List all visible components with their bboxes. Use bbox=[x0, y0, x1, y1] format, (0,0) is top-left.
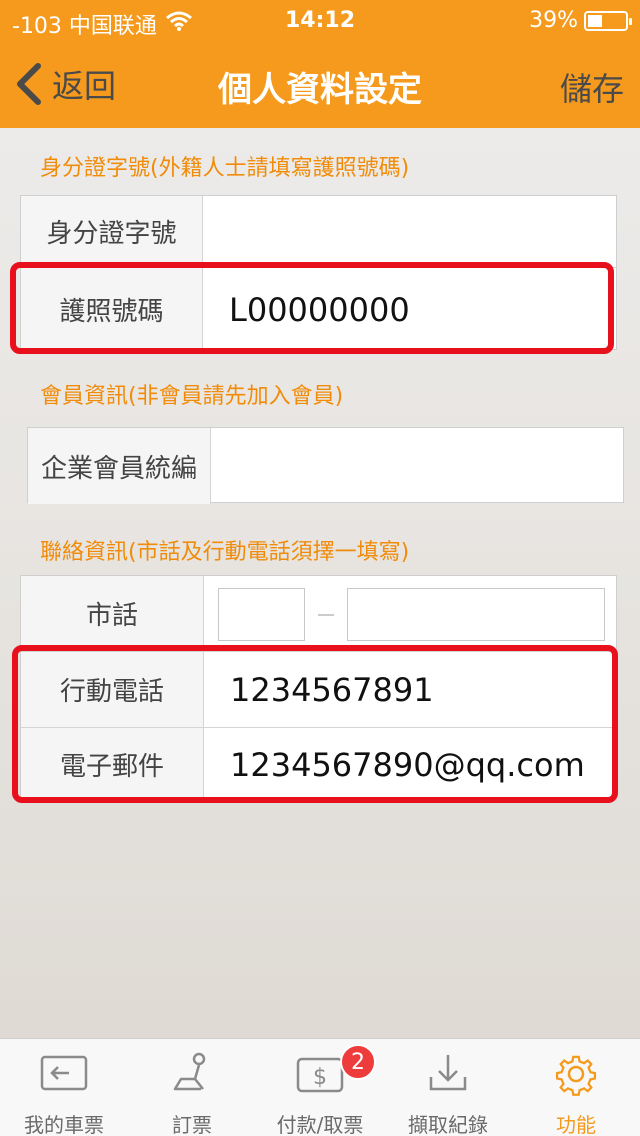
passport-number-input[interactable]: L00000000 bbox=[203, 268, 616, 351]
table-row: 企業會員統編 bbox=[28, 428, 623, 504]
table-row: 護照號碼 L00000000 bbox=[21, 268, 616, 351]
landline-label: 市話 bbox=[21, 576, 204, 651]
tab-retrieve-records[interactable]: 擷取紀錄 bbox=[384, 1039, 512, 1136]
email-label: 電子郵件 bbox=[21, 728, 204, 801]
tab-label: 功能 bbox=[556, 1113, 596, 1136]
tab-label: 擷取紀錄 bbox=[408, 1113, 488, 1136]
identity-section-label: 身分證字號(外籍人士請填寫護照號碼) bbox=[40, 156, 410, 181]
tab-label: 付款/取票 bbox=[276, 1113, 364, 1136]
mobile-phone-input[interactable]: 1234567891 bbox=[204, 652, 616, 727]
table-row: 電子郵件 1234567890@qq.com bbox=[21, 728, 616, 801]
battery-percent: 39% bbox=[529, 8, 578, 33]
status-right: 39% bbox=[529, 8, 632, 33]
table-row: 行動電話 1234567891 bbox=[21, 652, 616, 728]
status-bar: -103 中国联通 14:12 39% bbox=[0, 0, 640, 40]
tab-bar: 我的車票 訂票 $ 付款/取票 擷取紀錄 功能 bbox=[0, 1038, 640, 1136]
mobile-phone-label: 行動電話 bbox=[21, 652, 204, 727]
top-bar: -103 中国联通 14:12 39% 返回 個人資料設定 儲存 bbox=[0, 0, 640, 128]
tab-booking[interactable]: 訂票 bbox=[128, 1039, 256, 1136]
contact-section-label: 聯絡資訊(市話及行動電話須擇一填寫) bbox=[40, 540, 410, 565]
ticket-icon bbox=[40, 1055, 88, 1091]
table-row: 身分證字號 bbox=[21, 196, 616, 268]
passport-number-label: 護照號碼 bbox=[21, 268, 203, 351]
member-table: 企業會員統編 bbox=[27, 427, 624, 504]
tab-functions[interactable]: 功能 bbox=[512, 1039, 640, 1136]
table-row: 市話 bbox=[21, 576, 616, 652]
landline-number-input[interactable] bbox=[347, 588, 605, 641]
battery-icon bbox=[584, 10, 632, 31]
corporate-id-label: 企業會員統編 bbox=[28, 428, 211, 504]
id-number-label: 身分證字號 bbox=[21, 196, 203, 267]
corporate-id-input[interactable] bbox=[211, 428, 623, 504]
dash-separator bbox=[318, 614, 334, 616]
member-section-label: 會員資訊(非會員請先加入會員) bbox=[40, 384, 344, 409]
nav-bar: 返回 個人資料設定 儲存 bbox=[0, 40, 640, 128]
tab-label: 訂票 bbox=[172, 1113, 212, 1136]
page-title: 個人資料設定 bbox=[218, 70, 422, 110]
email-input[interactable]: 1234567890@qq.com bbox=[204, 728, 616, 801]
payment-icon: $ bbox=[296, 1057, 344, 1093]
tab-my-tickets[interactable]: 我的車票 bbox=[0, 1039, 128, 1136]
save-button[interactable]: 儲存 bbox=[560, 64, 624, 110]
battery-fill bbox=[588, 14, 603, 27]
identity-table: 身分證字號 護照號碼 L00000000 bbox=[20, 195, 617, 351]
download-icon bbox=[429, 1055, 467, 1091]
id-number-input[interactable] bbox=[203, 196, 616, 267]
svg-text:$: $ bbox=[313, 1065, 327, 1090]
seat-icon bbox=[173, 1052, 206, 1091]
payment-badge: 2 bbox=[340, 1044, 376, 1080]
tab-label: 我的車票 bbox=[24, 1113, 104, 1136]
landline-area-code-input[interactable] bbox=[218, 588, 305, 641]
gear-icon bbox=[555, 1055, 597, 1096]
contact-table: 市話 行動電話 1234567891 電子郵件 1234567890@qq.co… bbox=[20, 575, 617, 801]
